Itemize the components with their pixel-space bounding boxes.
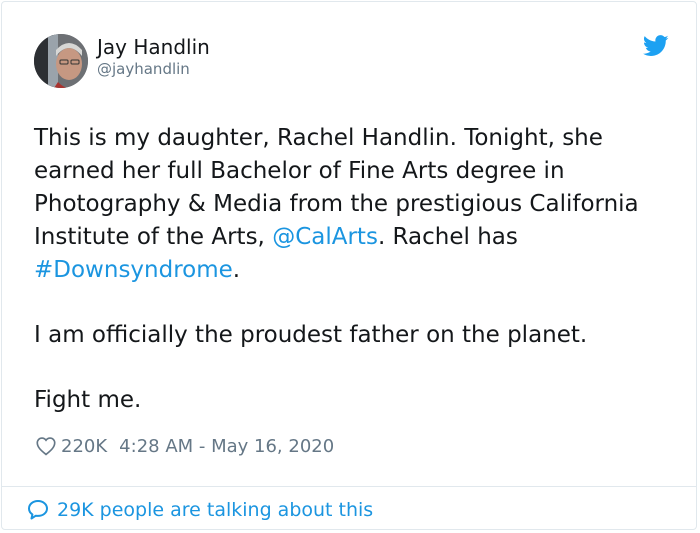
like-count[interactable]: 220K: [61, 436, 107, 457]
tweet-text: This is my daughter, Rachel Handlin. Ton…: [34, 122, 684, 417]
tweet-text-part2: . Rachel has: [377, 224, 518, 250]
tweet-paragraph-2: I am officially the proudest father on t…: [34, 322, 588, 348]
author-name[interactable]: Jay Handlin: [97, 35, 210, 59]
twitter-bird-icon[interactable]: [643, 35, 669, 57]
tweet-paragraph-3: Fight me.: [34, 387, 142, 413]
conversation-link[interactable]: 29K people are talking about this: [26, 497, 373, 523]
avatar[interactable]: [34, 34, 88, 88]
tweet-meta: 220K 4:28 AM - May 16, 2020: [35, 433, 334, 459]
mention-link[interactable]: @CalArts: [272, 224, 378, 250]
tweet-paragraph-1: This is my daughter, Rachel Handlin. Ton…: [34, 122, 684, 287]
tweet-text-part3: .: [232, 257, 241, 283]
avatar-photo: [34, 34, 88, 88]
tweet-timestamp[interactable]: 4:28 AM - May 16, 2020: [119, 436, 334, 457]
divider: [2, 486, 696, 487]
hashtag-link[interactable]: #Downsyndrome: [34, 257, 233, 283]
heart-icon[interactable]: [35, 435, 57, 457]
conversation-label: 29K people are talking about this: [57, 499, 374, 521]
author-handle[interactable]: @jayhandlin: [97, 60, 190, 78]
speech-bubble-icon: [28, 500, 48, 520]
tweet-card: Jay Handlin @jayhandlin This is my daugh…: [1, 1, 697, 530]
